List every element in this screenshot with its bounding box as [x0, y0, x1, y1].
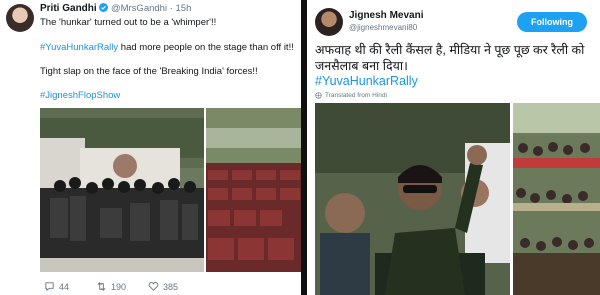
translated-from-hindi[interactable]: Translated from Hindi — [315, 92, 387, 99]
left-tweet-time[interactable]: 15h — [176, 3, 192, 14]
left-author-handle[interactable]: @MrsGandhi — [111, 3, 167, 14]
hashtag-yuvahunkarrally[interactable]: #YuvaHunkarRally — [40, 42, 118, 53]
left-tweet-line-3: Tight slap on the face of the 'Breaking … — [40, 66, 258, 77]
empty-chairs-photo[interactable] — [206, 108, 301, 272]
left-tweet-line-2-text: had more people on the stage than off it… — [118, 42, 294, 53]
right-tweet: Jignesh Mevani @jigneshmevani80 Followin… — [307, 0, 600, 295]
left-tweet-line-2: #YuvaHunkarRally had more people on the … — [40, 42, 294, 53]
following-button[interactable]: Following — [517, 12, 587, 32]
reply-icon — [45, 282, 54, 292]
left-author-name[interactable]: Priti Gandhi — [40, 3, 97, 14]
crowd-photo[interactable] — [513, 103, 600, 295]
left-tweet-line-1: The 'hunkar' turned out to be a 'whimper… — [40, 17, 217, 28]
translated-label: Translated from Hindi — [325, 92, 387, 99]
reply-count: 44 — [59, 281, 70, 292]
header-separator: · — [169, 3, 173, 14]
rally-stage-photo[interactable] — [40, 108, 204, 272]
verified-badge-icon — [99, 3, 109, 12]
like-button[interactable]: 385 — [148, 281, 178, 292]
retweet-button[interactable]: 190 — [96, 281, 126, 292]
hashtag-yuvahunkarrally-right[interactable]: #YuvaHunkarRally — [315, 74, 418, 88]
speaker-photo[interactable] — [315, 103, 510, 295]
hashtag-jigneshflopshow[interactable]: #JigneshFlopShow — [40, 90, 120, 101]
like-count: 385 — [163, 281, 179, 292]
retweet-icon — [97, 282, 106, 291]
jignesh-mevani-avatar[interactable] — [315, 8, 343, 36]
left-tweet: Priti Gandhi @MrsGandhi · 15h The 'hunka… — [0, 0, 301, 295]
priti-gandhi-avatar[interactable] — [6, 4, 34, 32]
retweet-count: 190 — [111, 281, 127, 292]
globe-icon — [315, 92, 322, 99]
heart-icon — [148, 282, 159, 291]
left-tweet-header: Priti Gandhi @MrsGandhi · 15h — [40, 3, 191, 14]
right-author-name[interactable]: Jignesh Mevani — [349, 10, 423, 21]
right-tweet-text: अफवाह थी की रैली कैंसल है, मीडिया ने पूछ… — [315, 43, 585, 73]
right-author-handle[interactable]: @jigneshmevani80 — [349, 23, 417, 32]
reply-button[interactable]: 44 — [44, 281, 69, 292]
